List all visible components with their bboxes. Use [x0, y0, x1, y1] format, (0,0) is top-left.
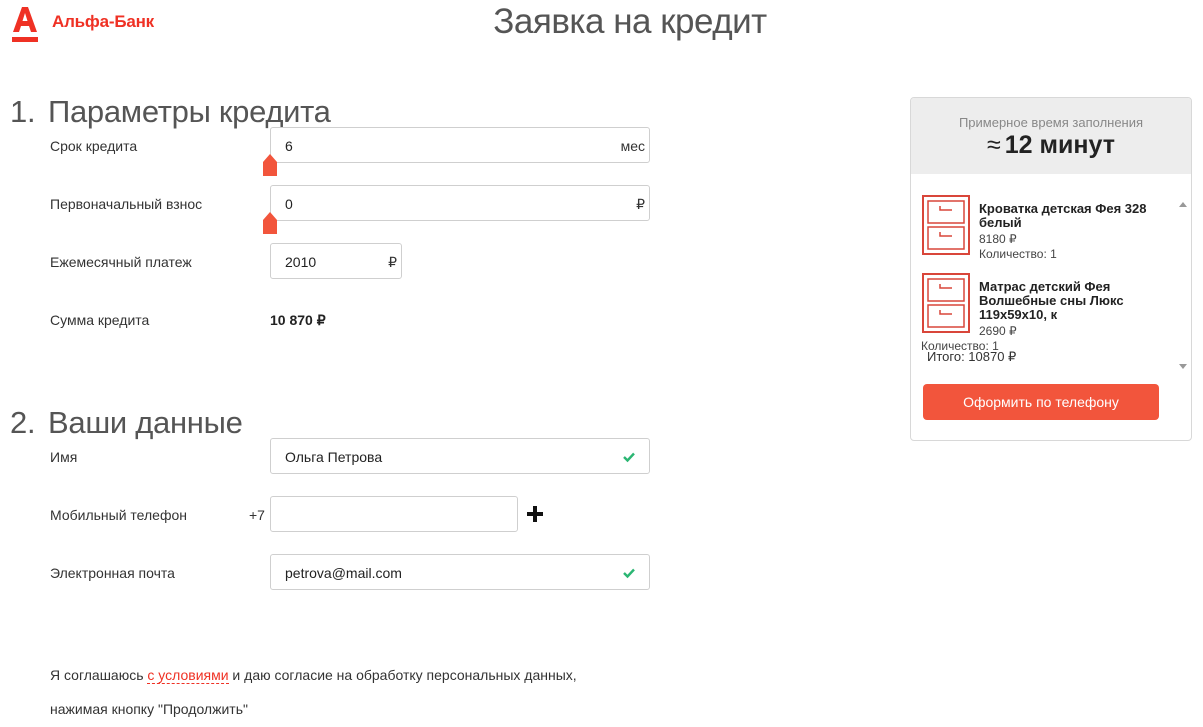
cabinet-icon: [922, 195, 970, 255]
consent-text: Я соглашаюсь с условиями и даю согласие …: [50, 667, 577, 684]
email-label: Электронная почта: [50, 565, 175, 581]
fill-time-label: Примерное время заполнения: [958, 115, 1144, 130]
monthly-payment-input[interactable]: 2010 ₽: [270, 243, 402, 279]
name-input[interactable]: Ольга Петрова: [270, 438, 650, 474]
phone-label: Мобильный телефон: [50, 507, 187, 523]
name-value: Ольга Петрова: [285, 449, 383, 465]
phone-country-code: +7: [249, 507, 265, 523]
section-title: Ваши данные: [48, 405, 243, 440]
consent-before: Я соглашаюсь: [50, 667, 148, 683]
term-value: 6: [285, 138, 293, 154]
cart-item-name: Матрас детский Фея Волшебные сны Люкс 11…: [979, 279, 1124, 322]
approx-sign: ≈: [987, 131, 1001, 159]
scroll-up-arrow-icon[interactable]: [1179, 202, 1187, 207]
down-payment-input[interactable]: 0 ₽: [270, 185, 650, 221]
check-icon: [623, 452, 635, 463]
credit-sum-value: 10 870 ₽: [270, 312, 326, 328]
page-title: Заявка на кредит: [493, 2, 767, 41]
phone-input[interactable]: [270, 496, 518, 532]
down-payment-unit: ₽: [636, 196, 645, 212]
fill-time-value: ≈12 минут: [911, 131, 1191, 160]
terms-link[interactable]: с условиями: [147, 667, 229, 684]
cart-scrollbar[interactable]: [1175, 194, 1191, 374]
credit-sum-label: Сумма кредита: [50, 312, 150, 328]
cart-total: Итого: 10870 ₽: [927, 349, 1017, 364]
term-label: Срок кредита: [50, 138, 138, 154]
order-summary-panel: Примерное время заполнения ≈12 минут Кро…: [910, 97, 1192, 441]
fill-time-header: Примерное время заполнения ≈12 минут: [911, 98, 1191, 174]
monthly-payment-unit: ₽: [388, 254, 397, 270]
email-value: petrova@mail.com: [285, 565, 402, 581]
cart-item-price: 2690 ₽: [979, 324, 1017, 338]
down-payment-slider-handle-icon[interactable]: [263, 212, 277, 234]
section-number: 2.: [10, 405, 36, 440]
term-slider-handle-icon[interactable]: [263, 154, 277, 176]
term-unit: мес: [620, 138, 645, 154]
section-title: Параметры кредита: [48, 94, 331, 129]
section-number: 1.: [10, 94, 36, 129]
monthly-payment-label: Ежемесячный платеж: [50, 254, 192, 270]
plus-icon[interactable]: [526, 505, 544, 523]
fill-time-minutes: 12 минут: [1004, 131, 1115, 159]
monthly-payment-value: 2010: [285, 254, 317, 270]
scroll-down-arrow-icon[interactable]: [1179, 364, 1187, 369]
term-input[interactable]: 6 мес: [270, 127, 650, 163]
check-icon: [623, 568, 635, 579]
down-payment-value: 0: [285, 196, 293, 212]
cabinet-icon: [922, 273, 970, 333]
order-by-phone-button[interactable]: Оформить по телефону: [923, 384, 1159, 420]
cart-item-price: 8180 ₽: [979, 232, 1017, 246]
cart-item-quantity: Количество: 1: [979, 247, 1057, 261]
section-credit-params-heading: 1. Параметры кредита: [10, 94, 331, 130]
consent-text-line2: нажимая кнопку "Продолжить": [50, 701, 248, 717]
consent-after: и даю согласие на обработку персональных…: [228, 667, 577, 683]
section-personal-data-heading: 2. Ваши данные: [10, 405, 243, 441]
cart-item-name: Кроватка детская Фея 328 белый: [979, 201, 1147, 230]
email-input[interactable]: petrova@mail.com: [270, 554, 650, 590]
credit-application-page: Альфа-Банк Заявка на кредит 1. Параметры …: [0, 0, 1203, 727]
name-label: Имя: [50, 449, 78, 465]
down-payment-label: Первоначальный взнос: [50, 196, 203, 212]
